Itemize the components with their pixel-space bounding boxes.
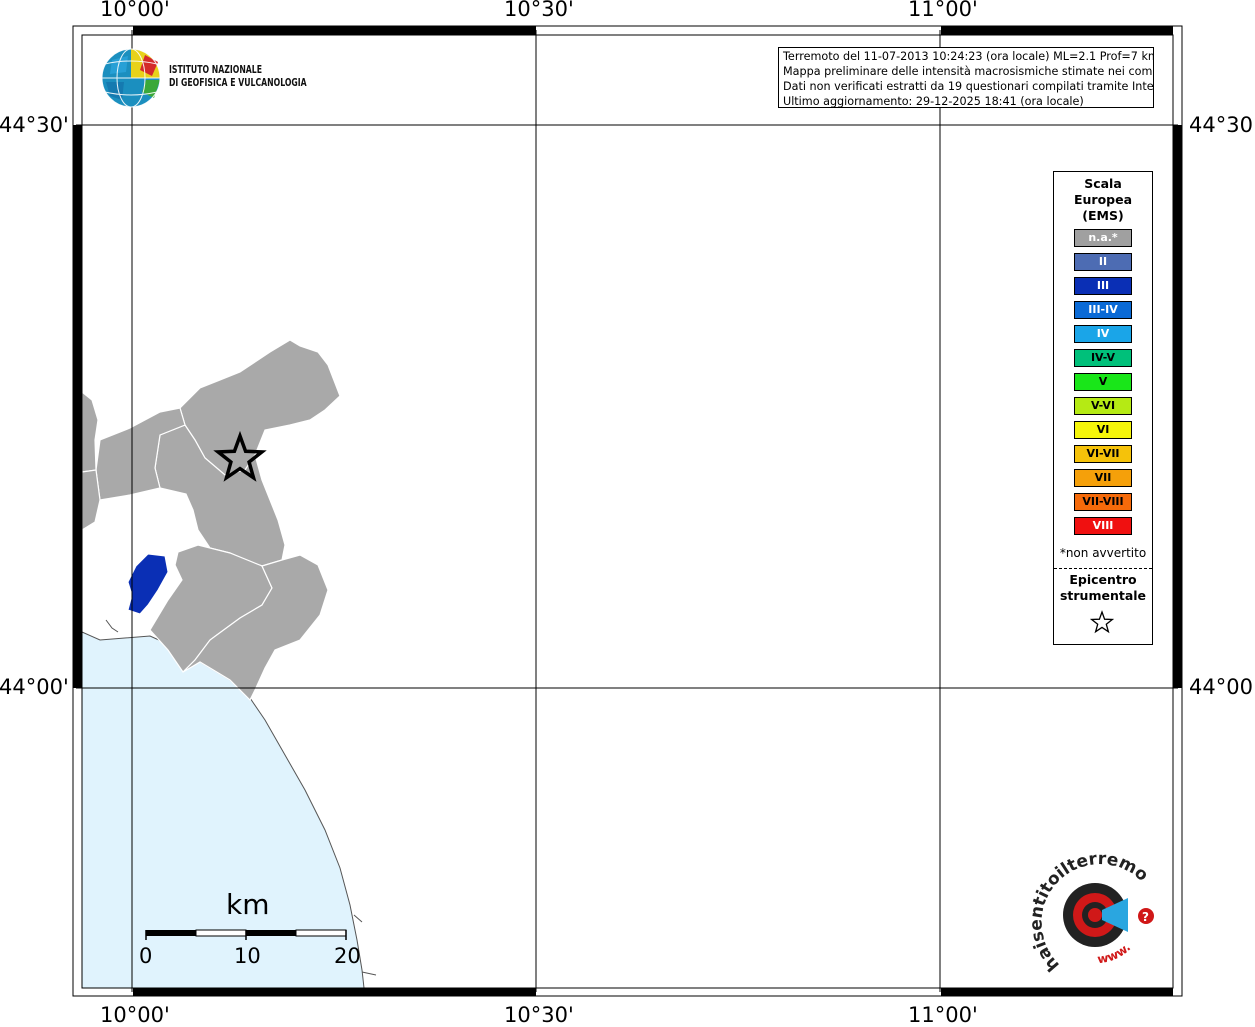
scale-unit-label: km xyxy=(226,888,270,921)
legend-swatch-iv-v: IV-V xyxy=(1074,349,1132,367)
legend-swatch-iii: III xyxy=(1074,277,1132,295)
municipality-far-west xyxy=(81,390,99,473)
intensity-iii-area xyxy=(127,553,169,615)
legend-swatch-vii-viii: VII-VIII xyxy=(1074,493,1132,511)
legend-epicenter-line-1: Epicentro xyxy=(1069,572,1137,587)
legend-swatch-v: V xyxy=(1074,373,1132,391)
intensity-legend: Scala Europea (EMS) n.a.* II III III-IV IV IV… xyxy=(1053,171,1153,645)
scale-label-20: 20 xyxy=(334,944,361,968)
ingv-institution-name: ISTITUTO NAZIONALE DI GEOFISICA E VULCAN… xyxy=(169,64,307,90)
hsit-logo-icon: ? xyxy=(1063,883,1154,947)
legend-star-icon xyxy=(1090,610,1114,634)
legend-title: Scala Europea (EMS) xyxy=(1054,176,1152,224)
event-info-line-3: Dati non verificati estratti da 19 quest… xyxy=(783,80,1154,93)
legend-note: *non avvertito xyxy=(1059,546,1147,560)
scale-label-0: 0 xyxy=(139,944,153,968)
legend-epicenter-label: Epicentro strumentale xyxy=(1054,572,1152,604)
legend-swatch-vi-vii: VI-VII xyxy=(1074,445,1132,463)
event-info-box: Terremoto del 11-07-2013 10:24:23 (ora l… xyxy=(778,47,1154,108)
municipality-far-west-2 xyxy=(81,469,101,532)
event-info-line-2: Mappa preliminare delle intensità macros… xyxy=(783,65,1154,78)
legend-title-line-1: Scala xyxy=(1084,176,1122,191)
svg-text:?: ? xyxy=(1142,910,1149,924)
legend-swatch-v-vi: V-VI xyxy=(1074,397,1132,415)
ingv-line-1: ISTITUTO NAZIONALE xyxy=(169,64,263,76)
legend-swatch-ii: II xyxy=(1074,253,1132,271)
legend-separator xyxy=(1054,568,1152,569)
legend-title-line-2: Europea xyxy=(1073,192,1133,207)
legend-swatch-n-a: n.a.* xyxy=(1074,229,1132,247)
ingv-globe-icon xyxy=(101,48,161,108)
legend-title-line-3: (EMS) xyxy=(1082,208,1124,223)
legend-epicenter-line-2: strumentale xyxy=(1059,588,1147,603)
ingv-line-2: DI GEOFISICA E VULCANOLOGIA xyxy=(169,77,307,89)
scale-label-10: 10 xyxy=(234,944,261,968)
legend-swatch-viii: VIII xyxy=(1074,517,1132,535)
event-info-line-1: Terremoto del 11-07-2013 10:24:23 (ora l… xyxy=(783,50,1154,63)
event-info-line-4: Ultimo aggiornamento: 29-12-2025 18:41 (… xyxy=(783,95,1084,108)
legend-swatch-iv: IV xyxy=(1074,325,1132,343)
legend-swatch-iii-iv: III-IV xyxy=(1074,301,1132,319)
legend-swatch-vi: VI xyxy=(1074,421,1132,439)
legend-swatch-vii: VII xyxy=(1074,469,1132,487)
